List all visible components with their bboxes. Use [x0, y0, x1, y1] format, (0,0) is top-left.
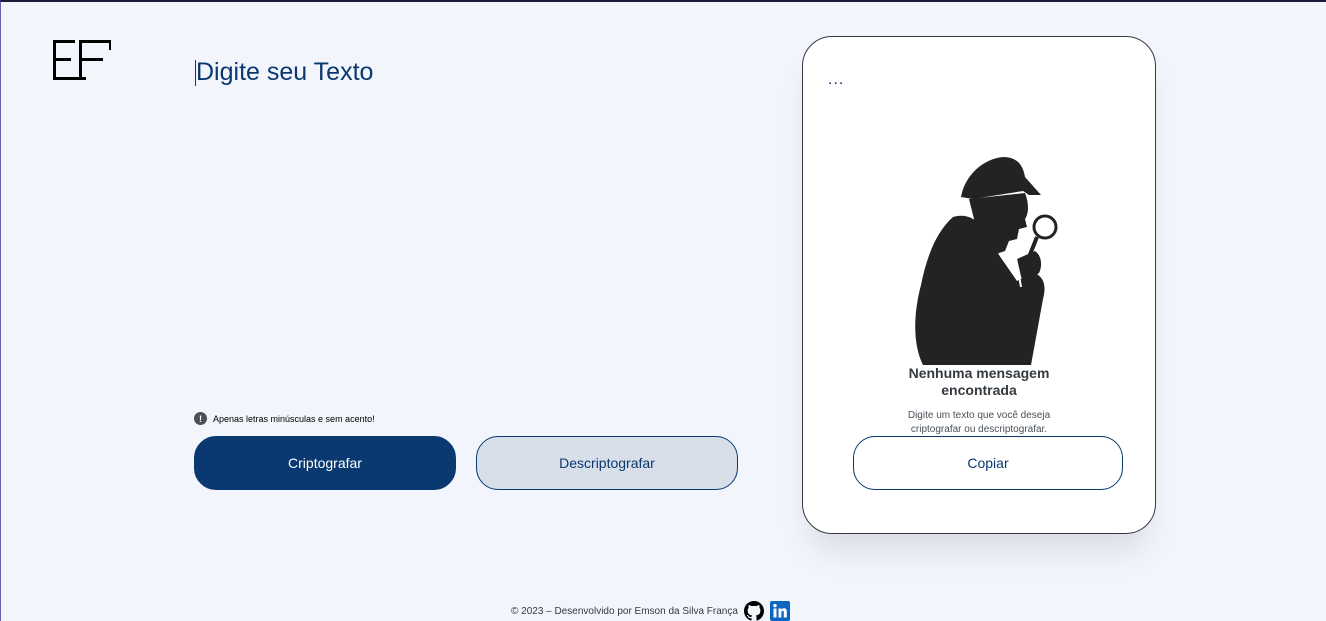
empty-description: Digite um texto que você deseja criptogr… [907, 410, 1051, 435]
encrypt-button[interactable]: Criptografar [194, 436, 456, 490]
input-hint: ! Apenas letras minúsculas e sem acento! [194, 412, 375, 425]
footer: © 2023 – Desenvolvido por Emson da Silva… [511, 601, 790, 621]
footer-text: © 2023 – Desenvolvido por Emson da Silva… [511, 605, 738, 617]
info-icon: ! [194, 412, 207, 425]
copy-button[interactable]: Copiar [853, 436, 1123, 490]
message-input[interactable] [194, 58, 734, 388]
logo-icon [53, 40, 111, 80]
linkedin-icon[interactable] [769, 601, 790, 621]
output-text: ... [828, 71, 845, 88]
empty-title: Nenhuma mensagem encontrada [908, 365, 1050, 398]
github-icon[interactable] [743, 601, 764, 621]
hint-text: Apenas letras minúsculas e sem acento! [213, 413, 375, 424]
output-card: ... Nenhuma mensagem encontrada Digite u… [802, 36, 1156, 534]
text-cursor [195, 60, 196, 86]
decrypt-button[interactable]: Descriptografar [476, 436, 738, 490]
detective-illustration-icon [915, 157, 1058, 365]
